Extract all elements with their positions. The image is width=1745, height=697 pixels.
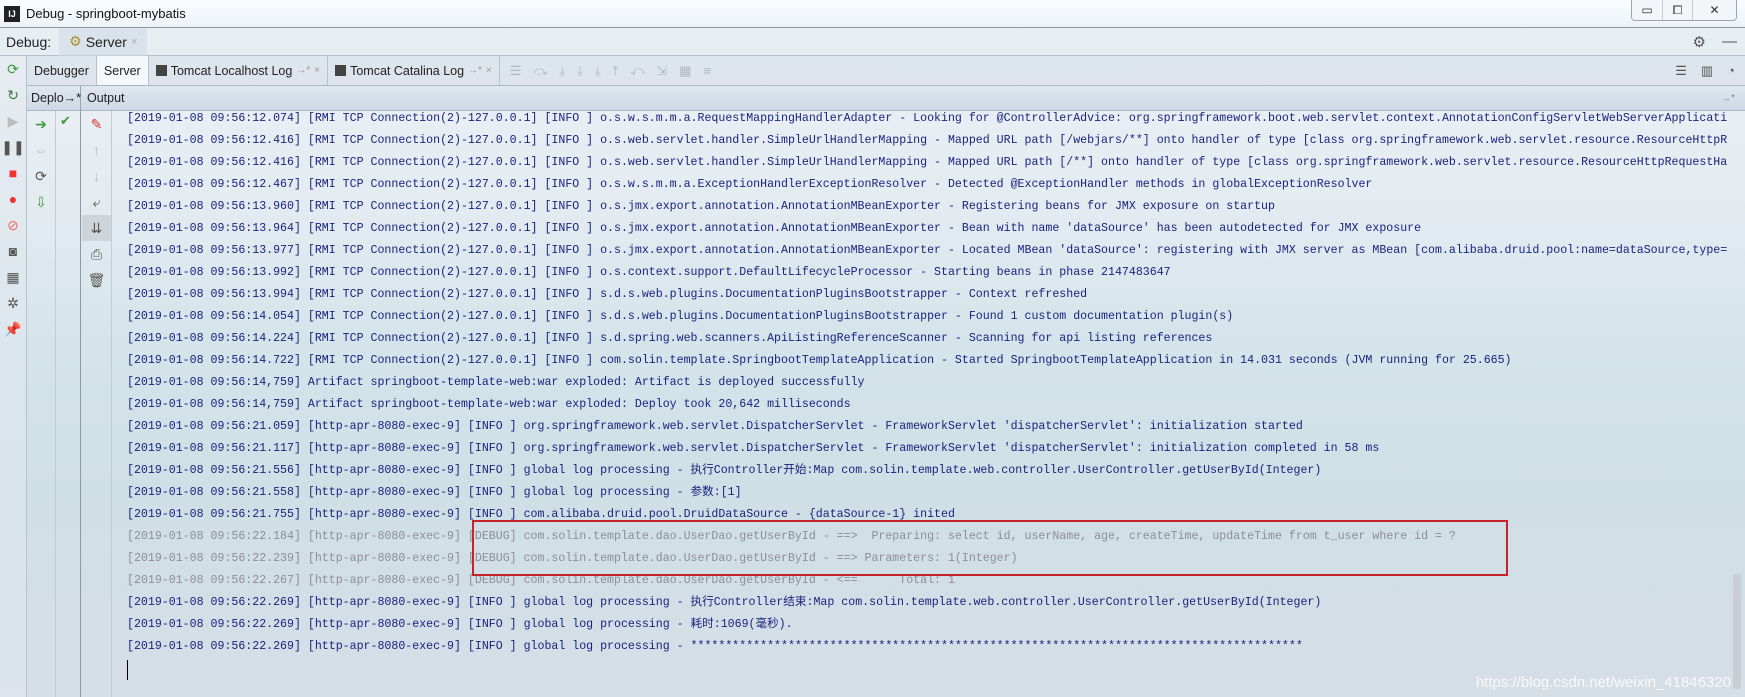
log-line: [2019-01-08 09:56:21.556] [http-apr-8080… — [127, 464, 1322, 477]
log-line: [2019-01-08 09:56:22.269] [http-apr-8080… — [127, 596, 1322, 609]
text-cursor — [127, 660, 128, 680]
log-line: [2019-01-08 09:56:13.977] [RMI TCP Conne… — [127, 244, 1728, 257]
memory-icon[interactable]: ▥ — [1701, 63, 1713, 79]
pin-tab-icon[interactable]: →* — [296, 65, 310, 76]
title-bar: IJ Debug - springboot-mybatis ▭ ⧠ ✕ — [0, 0, 1745, 28]
tab-debugger[interactable]: Debugger — [27, 56, 97, 85]
evaluate-icon[interactable]: ▦ — [679, 63, 691, 79]
up-arrow-icon[interactable]: ↑ — [82, 137, 111, 163]
log-line: [2019-01-08 09:56:21.059] [http-apr-8080… — [127, 420, 1303, 433]
log-icon — [155, 65, 167, 76]
settings-gear-icon[interactable]: ⚙ — [1693, 33, 1706, 51]
server-icon: ⚙ — [69, 33, 82, 49]
step-out-icon[interactable]: ⤒ — [613, 63, 619, 79]
debug-actions-sidebar: ⟳ ↻ ▶ ❚❚ ■ ● ⊘ ◙ ▦ ✲ 📌 — [0, 56, 27, 697]
show-execution-point-icon[interactable]: ⤼ — [533, 63, 547, 79]
minimize-button[interactable]: ▭ — [1632, 0, 1662, 20]
drop-frame-icon[interactable]: ⤺ — [630, 63, 644, 79]
camera-icon[interactable]: ◙ — [0, 238, 26, 264]
refresh-icon[interactable]: ⟳ — [27, 163, 55, 189]
app-icon: IJ — [4, 5, 20, 22]
output-label: Output — [87, 91, 125, 105]
trace-icon[interactable]: ≡ — [703, 63, 711, 78]
pin-icon[interactable]: →* — [1721, 93, 1735, 104]
layout-icon[interactable]: ▦ — [0, 264, 26, 290]
highlight-box — [472, 520, 1508, 576]
overhead-icon[interactable]: ◔ — [1727, 63, 1735, 79]
debug-session-tab-server[interactable]: ⚙ Server × — [59, 27, 148, 56]
scrollbar-thumb[interactable] — [1733, 574, 1741, 689]
close-window-button[interactable]: ✕ — [1692, 0, 1736, 20]
log-line: [2019-01-08 09:56:14,759] Artifact sprin… — [127, 376, 865, 389]
log-line: [2019-01-08 09:56:22.269] [http-apr-8080… — [127, 640, 1303, 653]
pin-icon[interactable]: 📌 — [0, 316, 26, 342]
frames-icon[interactable]: ☰ — [510, 63, 522, 79]
log-line: [2019-01-08 09:56:13.992] [RMI TCP Conne… — [127, 266, 1171, 279]
down-arrow-icon[interactable]: ↓ — [82, 163, 111, 189]
close-tab-icon[interactable]: × — [314, 65, 320, 76]
log-line: [2019-01-08 09:56:12.416] [RMI TCP Conne… — [127, 134, 1728, 147]
undeploy-icon[interactable]: ⇔ — [27, 137, 55, 163]
log-line: [2019-01-08 09:56:21.558] [http-apr-8080… — [127, 486, 742, 499]
print-icon[interactable]: ⎙ — [82, 241, 111, 267]
debug-tabs: Debugger Server Tomcat Localhost Log →* … — [27, 56, 1745, 86]
force-step-into-icon[interactable]: ⤓ — [595, 63, 601, 79]
tab-tomcat-localhost-log[interactable]: Tomcat Localhost Log →* × — [149, 56, 329, 85]
hide-panel-icon[interactable]: — — [1722, 33, 1737, 51]
log-line: [2019-01-08 09:56:12.074] [RMI TCP Conne… — [127, 112, 1728, 125]
console-actions: ✎ ↑ ↓ ⤶ ⇊ ⎙ 🗑 — [82, 111, 112, 697]
rerun-icon[interactable]: ⟳ — [0, 56, 26, 82]
window-title: Debug - springboot-mybatis — [26, 6, 186, 21]
console-output[interactable]: [2019-01-08 09:56:12.074] [RMI TCP Conne… — [127, 108, 1729, 697]
log-line: [2019-01-08 09:56:13.960] [RMI TCP Conne… — [127, 200, 1275, 213]
mute-breakpoints-icon[interactable]: ⊘ — [0, 212, 26, 238]
tab-label: Debugger — [34, 63, 89, 78]
log-line: [2019-01-08 09:56:13.994] [RMI TCP Conne… — [127, 288, 1088, 301]
pause-icon[interactable]: ❚❚ — [0, 134, 26, 160]
log-line: [2019-01-08 09:56:13.964] [RMI TCP Conne… — [127, 222, 1422, 235]
tab-label: Tomcat Catalina Log — [350, 63, 465, 78]
maximize-button[interactable]: ⧠ — [1662, 0, 1692, 20]
tab-server[interactable]: Server — [96, 56, 149, 85]
update-icon[interactable]: ↻ — [0, 82, 26, 108]
deployment-tree: ✔ — [56, 111, 81, 697]
pin-tab-icon[interactable]: →* — [468, 65, 482, 76]
log-line: [2019-01-08 09:56:14,759] Artifact sprin… — [127, 398, 851, 411]
deployment-tab[interactable]: Deplo→* — [27, 85, 81, 111]
log-icon — [335, 65, 347, 76]
deployed-check-icon[interactable]: ✔ — [56, 111, 80, 129]
resume-icon[interactable]: ▶ — [0, 108, 26, 134]
trash-icon[interactable]: 🗑 — [82, 267, 111, 293]
close-icon[interactable]: × — [131, 36, 137, 48]
tab-label: Tomcat Localhost Log — [170, 63, 293, 78]
log-line: [2019-01-08 09:56:14.722] [RMI TCP Conne… — [127, 354, 1512, 367]
clear-output-icon[interactable]: ✎ — [82, 111, 111, 137]
log-line: [2019-01-08 09:56:12.467] [RMI TCP Conne… — [127, 178, 1373, 191]
deploy-all-icon[interactable]: ⇩ — [27, 189, 55, 215]
step-into-icon[interactable]: ⤓ — [577, 63, 583, 79]
server-actions: ➔ ⇔ ⟳ ⇩ — [27, 111, 56, 697]
log-line: [2019-01-08 09:56:22.269] [http-apr-8080… — [127, 618, 793, 631]
threads-icon[interactable]: ☰ — [1675, 63, 1687, 79]
log-line: [2019-01-08 09:56:14.224] [RMI TCP Conne… — [127, 332, 1213, 345]
soft-wrap-icon[interactable]: ⤶ — [82, 189, 111, 215]
watermark: https://blog.csdn.net/weixin_41846320 — [1475, 674, 1731, 691]
log-line: [2019-01-08 09:56:12.416] [RMI TCP Conne… — [127, 156, 1728, 169]
close-tab-icon[interactable]: × — [486, 65, 492, 76]
tab-tomcat-catalina-log[interactable]: Tomcat Catalina Log →* × — [328, 56, 500, 85]
view-breakpoints-icon[interactable]: ● — [0, 186, 26, 212]
log-line: [2019-01-08 09:56:14.054] [RMI TCP Conne… — [127, 310, 1234, 323]
deploy-icon[interactable]: ➔ — [27, 111, 55, 137]
tab-label: Server — [103, 63, 141, 78]
run-to-cursor-icon[interactable]: ⇲ — [656, 63, 667, 79]
debug-label: Debug: — [6, 33, 52, 50]
scroll-to-end-icon[interactable]: ⇊ — [82, 215, 111, 241]
debug-toolbar: Debug: ⚙ Server × ⚙ — — [0, 27, 1745, 56]
stop-icon[interactable]: ■ — [0, 160, 26, 186]
settings-icon[interactable]: ✲ — [0, 290, 26, 316]
step-over-icon[interactable]: ⤓ — [559, 63, 565, 79]
vertical-scrollbar[interactable] — [1731, 111, 1743, 689]
log-line: [2019-01-08 09:56:21.117] [http-apr-8080… — [127, 442, 1380, 455]
session-tab-label: Server — [85, 33, 127, 50]
